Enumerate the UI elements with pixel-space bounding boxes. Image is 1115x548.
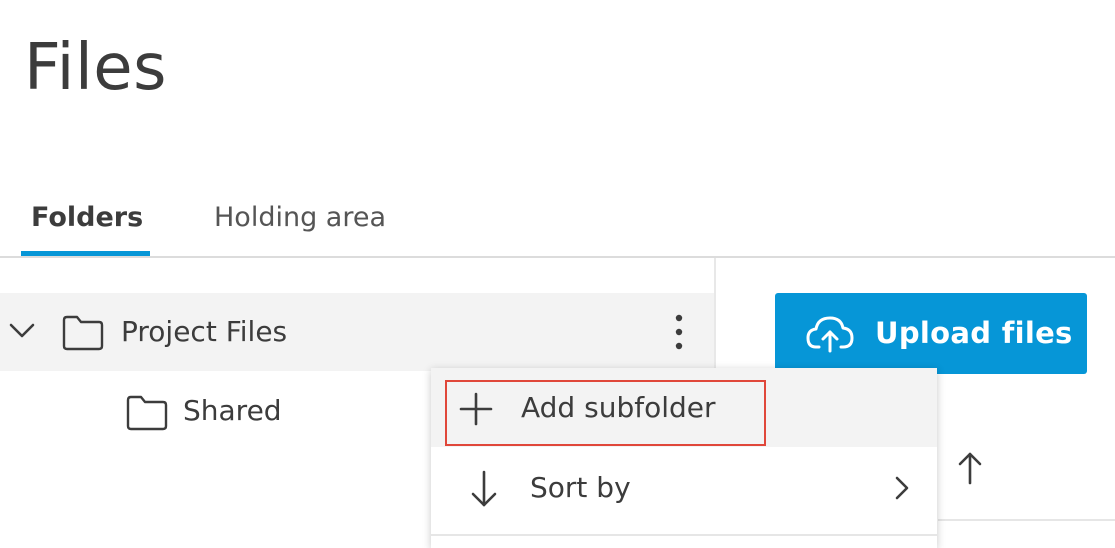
arrow-down-icon	[471, 470, 497, 507]
folder-icon	[126, 395, 168, 431]
tab-folders[interactable]: Folders	[31, 200, 143, 236]
menu-item-label: Add subfolder	[521, 391, 716, 424]
more-options-icon[interactable]	[664, 311, 694, 353]
upload-files-label: Upload files	[875, 316, 1073, 350]
tab-bar: Folders Holding area	[0, 188, 1115, 258]
page-title: Files	[24, 31, 167, 105]
tree-item-label: Project Files	[121, 315, 288, 348]
list-header-divider	[938, 519, 1115, 521]
chevron-right-icon	[895, 476, 909, 500]
active-tab-indicator	[21, 251, 150, 256]
arrow-up-icon[interactable]	[955, 450, 985, 486]
chevron-down-icon[interactable]	[8, 321, 36, 341]
menu-item-add-subfolder[interactable]: Add subfolder	[431, 368, 937, 447]
menu-divider	[431, 534, 937, 536]
tab-holding-area[interactable]: Holding area	[214, 200, 386, 236]
cloud-upload-icon	[806, 316, 854, 353]
context-menu: Add subfolder Sort by	[431, 368, 937, 548]
menu-item-sort-by[interactable]: Sort by	[431, 447, 937, 526]
tree-item-shared[interactable]: Shared	[183, 393, 282, 429]
folder-icon	[62, 315, 104, 351]
menu-item-label: Sort by	[530, 471, 631, 504]
upload-files-button[interactable]: Upload files	[775, 293, 1087, 374]
tree-row-project-files[interactable]	[0, 293, 714, 371]
plus-icon	[459, 392, 493, 426]
